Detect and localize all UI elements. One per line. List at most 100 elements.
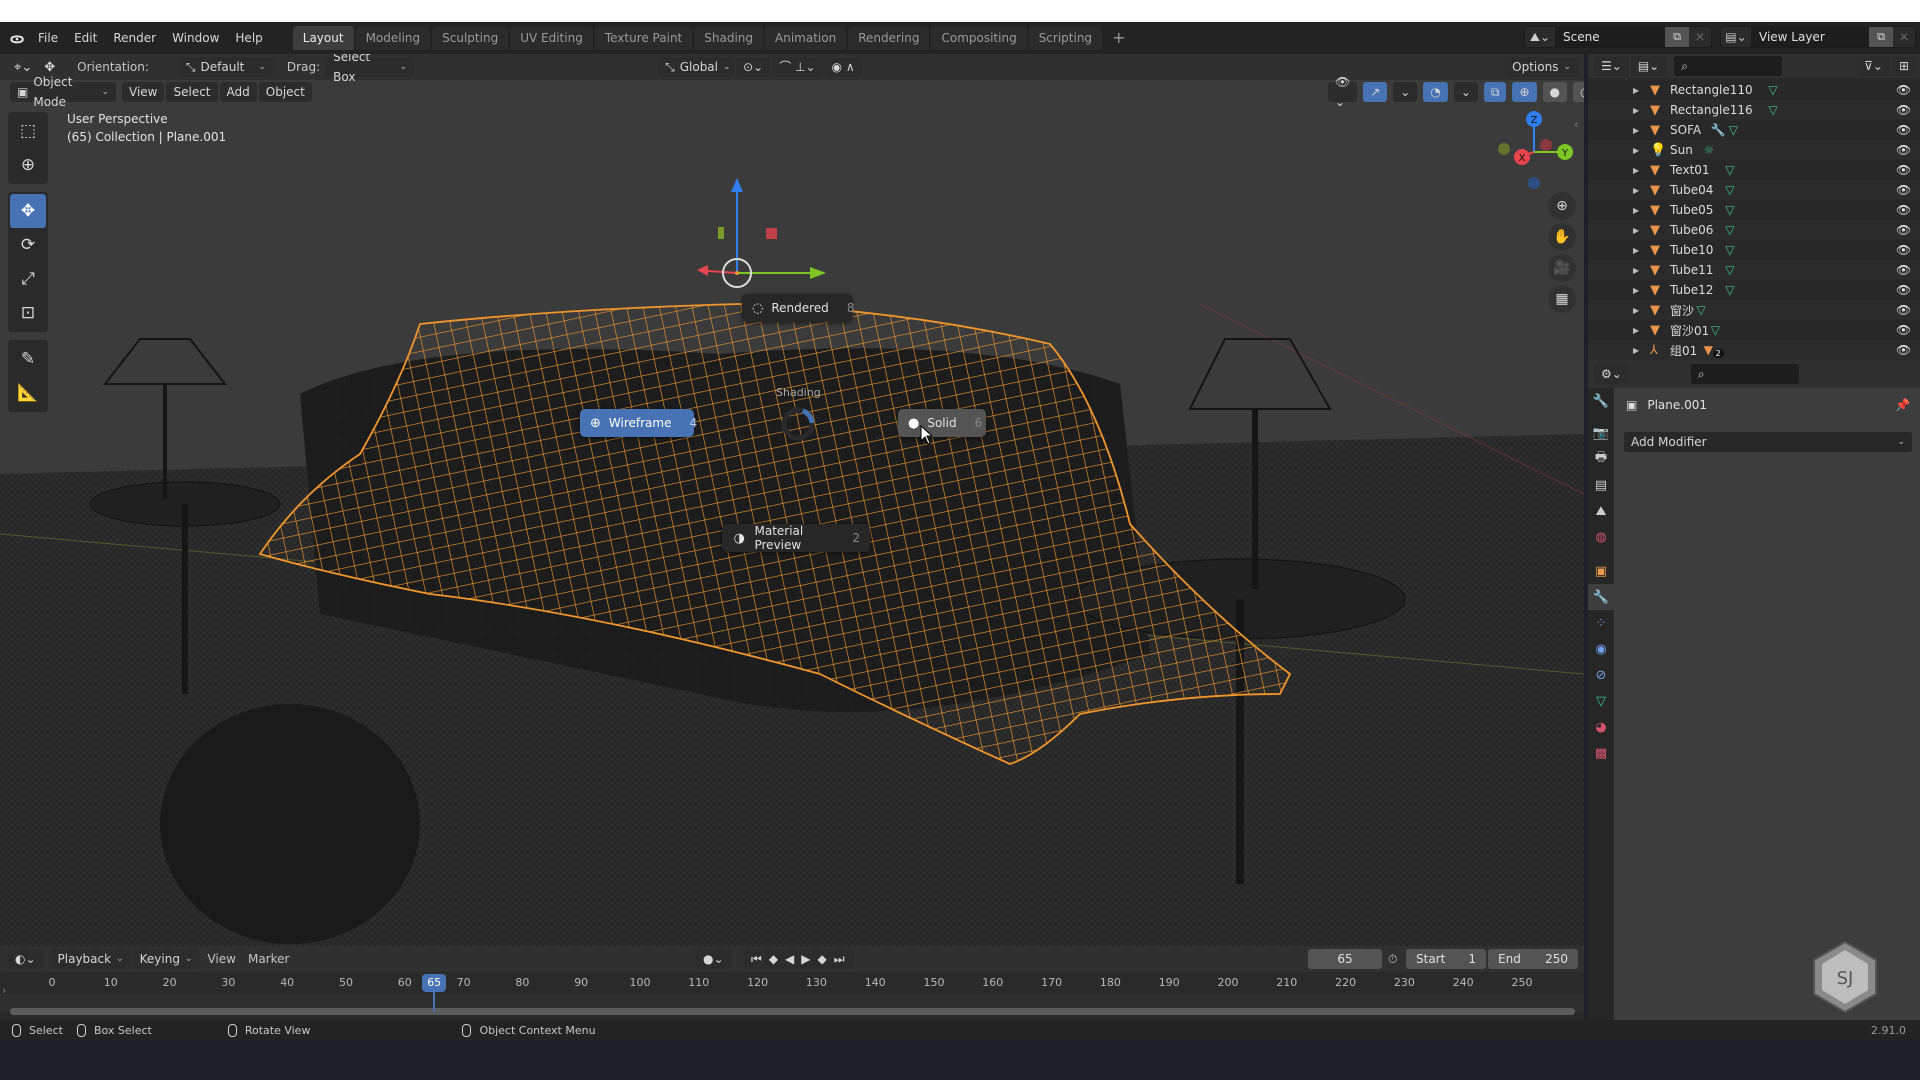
visibility-eye-icon[interactable]: 👁 <box>1896 243 1911 257</box>
cursor-tool-icon[interactable]: ⊕ <box>10 148 46 182</box>
jump-end-icon[interactable]: ⏭ <box>834 949 847 969</box>
timeline-menu-view[interactable]: View <box>201 952 241 966</box>
frame-ruler[interactable]: 0 10 20 30 40 50 60 70 80 90 100 110 120 130 140 150 160… <box>0 972 1584 994</box>
tab-world-icon[interactable]: ◍ <box>1588 524 1614 550</box>
add-modifier-dropdown[interactable]: Add Modifier ⌄ <box>1624 432 1912 452</box>
tab-physics-icon[interactable]: ◉ <box>1588 636 1614 662</box>
tab-view-layer-icon[interactable]: ▤ <box>1588 472 1614 498</box>
jump-start-icon[interactable]: ⏮ <box>751 949 764 969</box>
select-box-tool-icon[interactable]: ⬚ <box>10 114 46 148</box>
pie-item-wireframe[interactable]: ⊕ Wireframe 4 <box>580 409 697 437</box>
tab-shading[interactable]: Shading <box>694 26 763 50</box>
menu-file[interactable]: File <box>30 27 66 49</box>
tab-modeling[interactable]: Modeling <box>355 26 431 50</box>
mesh-data-icon[interactable]: ▽ <box>1768 83 1777 97</box>
pan-hand-icon[interactable]: ✋ <box>1548 223 1576 251</box>
outliner-item[interactable]: ▶ 💡 Sun ☼ 👁 <box>1588 140 1920 160</box>
camera-view-icon[interactable]: 🎥 <box>1548 254 1576 282</box>
outliner-item[interactable]: ▶ ▼ Rectangle110 ▽ 👁 <box>1588 80 1920 100</box>
tab-data-icon[interactable]: ▽ <box>1588 688 1614 714</box>
expand-arrow-icon[interactable]: ▶ <box>1633 106 1639 115</box>
tab-texture-paint[interactable]: Texture Paint <box>594 26 693 50</box>
visibility-eye-icon[interactable]: 👁 <box>1896 303 1911 317</box>
tab-tool-icon[interactable]: 🔧 <box>1588 388 1614 414</box>
visibility-eye-icon[interactable]: 👁 <box>1896 143 1911 157</box>
tab-constraints-icon[interactable]: ⊘ <box>1588 662 1614 688</box>
mesh-data-icon[interactable]: ▽ <box>1725 263 1734 277</box>
auto-keying-toggle[interactable]: ●⌄ <box>696 949 731 969</box>
mesh-data-icon[interactable]: ▽ <box>1725 243 1734 257</box>
playhead-line[interactable] <box>433 992 436 1012</box>
tab-texture-icon[interactable]: ▩ <box>1588 740 1614 766</box>
rotate-tool-icon[interactable]: ⟳ <box>10 228 46 262</box>
display-mode-dropdown[interactable]: ▤⌄ <box>1630 56 1667 76</box>
expand-arrow-icon[interactable]: ▶ <box>1633 186 1639 195</box>
drag-dropdown[interactable]: Select Box ⌄ <box>326 54 415 84</box>
pie-item-rendered[interactable]: ◌ Rendered 8 <box>742 294 854 322</box>
outliner-item[interactable]: ▶ ⅄ 组01 ▼ 2 👁 <box>1588 340 1920 360</box>
tab-render-icon[interactable]: 📷 <box>1588 420 1614 446</box>
outliner-item[interactable]: ▶ ▼ Tube06 ▽ 👁 <box>1588 220 1920 240</box>
outliner-item[interactable]: ▶ ▼ Tube12 ▽ 👁 <box>1588 280 1920 300</box>
new-scene-button[interactable]: ⧉ <box>1665 27 1689 47</box>
outliner-item[interactable]: ▶ ▼ 窗沙01 ▽ 👁 <box>1588 320 1920 340</box>
ortho-grid-icon[interactable]: ▦ <box>1548 285 1576 313</box>
outliner-item[interactable]: ▶ ▼ Tube04 ▽ 👁 <box>1588 180 1920 200</box>
visibility-eye-icon[interactable]: 👁 <box>1896 83 1911 97</box>
expand-arrow-icon[interactable]: ▶ <box>1633 306 1639 315</box>
delete-scene-button[interactable]: ✕ <box>1689 30 1711 44</box>
shading-solid-button[interactable]: ● <box>1542 82 1568 102</box>
gizmo-dropdown[interactable]: ⌄ <box>1393 82 1418 102</box>
preview-range-stopwatch-icon[interactable]: ⏱ <box>1388 952 1397 967</box>
modifier-icon[interactable]: 🔧 <box>1711 123 1726 137</box>
visibility-eye-icon[interactable]: 👁 <box>1896 163 1911 177</box>
visibility-eye-icon[interactable]: 👁 <box>1896 283 1911 297</box>
gizmo-toggle[interactable]: ↗ <box>1363 82 1388 102</box>
keying-dropdown[interactable]: Keying ⌄ <box>132 949 200 969</box>
options-dropdown[interactable]: Options ⌄ <box>1505 57 1578 77</box>
visibility-dropdown[interactable]: 👁⌄ <box>1328 75 1358 109</box>
expand-arrow-icon[interactable]: ▶ <box>1633 166 1639 175</box>
menu-window[interactable]: Window <box>164 27 227 49</box>
transform-orientation-dropdown[interactable]: ⤡ Global ⌄ <box>658 57 735 77</box>
tab-modifiers-icon[interactable]: 🔧 <box>1588 584 1614 610</box>
menu-edit[interactable]: Edit <box>66 27 105 49</box>
view-layer-name-field[interactable]: View Layer <box>1751 27 1869 47</box>
children-icon[interactable]: ▼ <box>1704 343 1713 357</box>
properties-search-input[interactable]: ⌕ <box>1690 364 1799 384</box>
move-tool-icon[interactable]: ✥ <box>10 194 46 228</box>
expand-arrow-icon[interactable]: ▶ <box>1633 266 1639 275</box>
scene-name-field[interactable]: Scene <box>1555 27 1665 47</box>
filter-dropdown[interactable]: ⊽⌄ <box>1857 56 1890 76</box>
menu-object[interactable]: Object <box>258 82 312 102</box>
end-frame-field[interactable]: End 250 <box>1488 949 1578 969</box>
outliner-item[interactable]: ▶ ▼ Tube10 ▽ 👁 <box>1588 240 1920 260</box>
pivot-point-dropdown[interactable]: ⊙⌄ <box>736 57 771 77</box>
pin-icon[interactable]: 📌 <box>1895 398 1910 412</box>
tab-sculpting[interactable]: Sculpting <box>432 26 509 50</box>
mesh-data-icon[interactable]: ▽ <box>1696 303 1705 317</box>
properties-editor-type-dropdown[interactable]: ⚙⌄ <box>1594 364 1629 384</box>
next-keyframe-icon[interactable]: ◆ <box>818 949 829 969</box>
outliner-item[interactable]: ▶ ▼ 窗沙 ▽ 👁 <box>1588 300 1920 320</box>
expand-arrow-icon[interactable]: ▶ <box>1633 346 1639 355</box>
overlays-toggle[interactable]: ◔ <box>1423 82 1448 102</box>
playback-dropdown[interactable]: Playback ⌄ <box>50 949 131 969</box>
tab-scene-icon[interactable]: ⛰ <box>1588 498 1614 524</box>
expand-arrow-icon[interactable]: ▶ <box>1633 126 1639 135</box>
visibility-eye-icon[interactable]: 👁 <box>1896 223 1911 237</box>
visibility-eye-icon[interactable]: 👁 <box>1896 203 1911 217</box>
outliner-item[interactable]: ▶ ▼ Tube05 ▽ 👁 <box>1588 200 1920 220</box>
mesh-data-icon[interactable]: ▽ <box>1768 103 1777 117</box>
visibility-eye-icon[interactable]: 👁 <box>1896 123 1911 137</box>
prev-keyframe-icon[interactable]: ◆ <box>769 949 780 969</box>
expand-arrow-icon[interactable]: ▶ <box>1633 286 1639 295</box>
menu-render[interactable]: Render <box>105 27 164 49</box>
visibility-eye-icon[interactable]: 👁 <box>1896 263 1911 277</box>
proportional-edit-toggle[interactable]: ◉ ∧ <box>824 57 862 77</box>
tab-uv-editing[interactable]: UV Editing <box>510 26 593 50</box>
3d-viewport[interactable]: ⌖⌄ ✥ Orientation: ⤡ Default ⌄ Drag: Select… <box>0 54 1584 946</box>
visibility-eye-icon[interactable]: 👁 <box>1896 183 1911 197</box>
overlays-dropdown[interactable]: ⌄ <box>1453 82 1478 102</box>
mesh-data-icon[interactable]: ▽ <box>1725 183 1734 197</box>
